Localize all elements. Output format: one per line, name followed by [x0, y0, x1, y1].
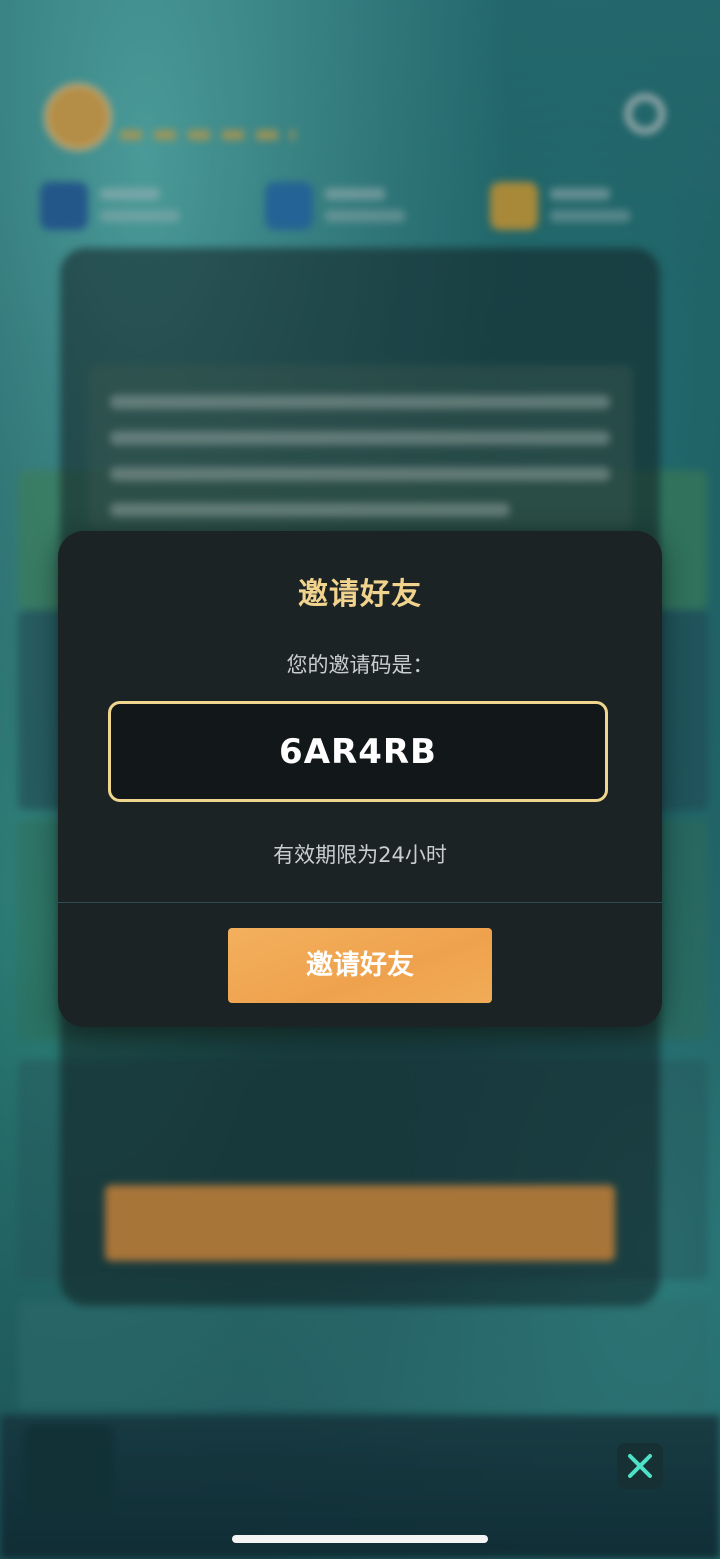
divider [58, 902, 662, 903]
invite-friend-dialog: 邀请好友 您的邀请码是： 6AR4RB 有效期限为24小时 邀请好友 [58, 531, 662, 1027]
validity-note: 有效期限为24小时 [273, 843, 447, 867]
close-button[interactable] [617, 1443, 663, 1489]
close-icon [628, 1454, 652, 1478]
home-indicator[interactable] [232, 1535, 488, 1543]
invite-friend-button[interactable]: 邀请好友 [228, 928, 492, 1003]
invite-code: 6AR4RB [279, 731, 437, 772]
invite-code-prompt: 您的邀请码是： [286, 653, 434, 677]
dialog-title: 邀请好友 [298, 577, 422, 612]
invite-code-box[interactable]: 6AR4RB [108, 701, 608, 802]
